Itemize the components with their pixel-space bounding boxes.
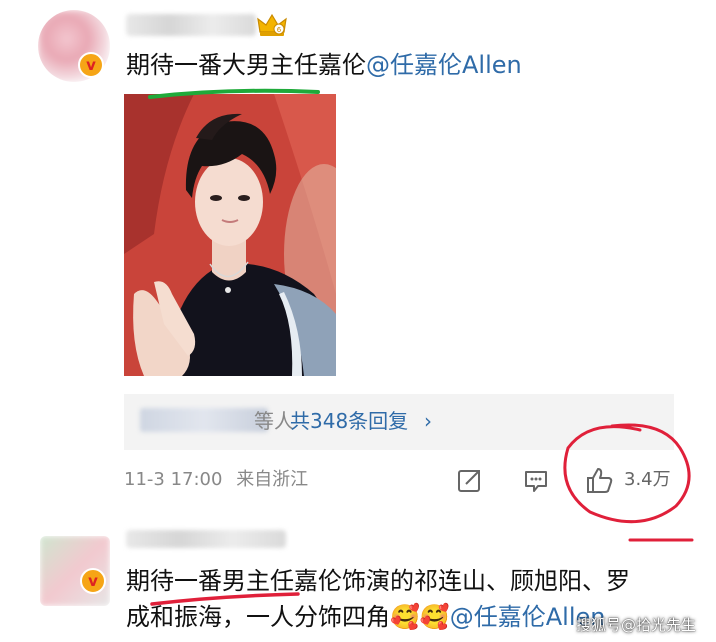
reply-users-blurred (140, 408, 268, 432)
comment-text-plain: 期待一番大男主任嘉伦 (126, 51, 366, 79)
comment-icon[interactable] (522, 466, 550, 494)
like-count: 3.4万 (624, 469, 671, 490)
comment-text: 期待一番大男主任嘉伦@任嘉伦Allen (126, 50, 522, 80)
v-badge-icon: v (80, 568, 106, 594)
username-blurred[interactable] (126, 530, 286, 548)
replies-count-link[interactable]: 共348条回复 (290, 408, 408, 434)
share-icon[interactable] (456, 466, 482, 494)
replies-tail-text: 等人 (254, 409, 294, 433)
svg-text:6: 6 (277, 26, 282, 34)
emoji-smiling-hearts-icon: 🥰🥰 (390, 603, 450, 631)
crown-fan-badge-icon: 6 (257, 13, 287, 36)
comment-text-line-2: 成和振海，一人分饰四角🥰🥰@任嘉伦Allen (126, 602, 606, 632)
location: 来自浙江 (236, 469, 309, 490)
username-blurred[interactable] (126, 14, 256, 36)
replies-bar[interactable]: 等人 共348条回复 › (124, 394, 674, 450)
source-watermark: 搜狐号@拾光先生 (576, 616, 697, 634)
portrait-illustration (124, 94, 336, 376)
v-badge-icon: v (78, 52, 104, 78)
comment-text-line-1: 期待一番男主任嘉伦饰演的祁连山、顾旭阳、罗 (126, 567, 630, 595)
mention-link[interactable]: @任嘉伦Allen (366, 51, 522, 79)
comment-text-plain: 成和振海，一人分饰四角 (126, 603, 390, 631)
chevron-right-icon[interactable]: › (424, 408, 432, 434)
timestamp: 11-3 17:00 (124, 469, 223, 490)
comment-card-1: v 6 期待一番大男主任嘉伦@任嘉伦Allen 等人 共348条回复 › 11-… (0, 0, 716, 520)
comment-photo[interactable] (124, 94, 336, 376)
comment-meta: 11-3 17:00 来自浙江 (124, 466, 308, 494)
thumbs-up-icon[interactable] (584, 466, 614, 494)
